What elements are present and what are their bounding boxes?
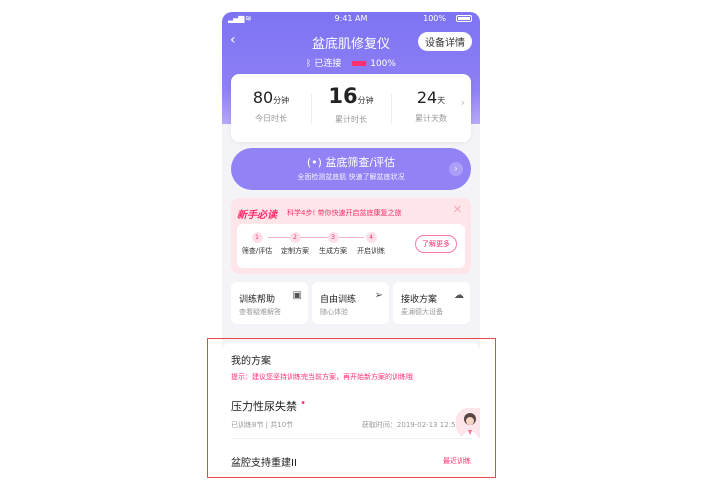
connection-status: ᛒ 已连接 100% — [222, 56, 480, 69]
guide-step: 3 生成方案 — [315, 232, 351, 256]
card-subtitle: 随心体验 — [320, 308, 348, 316]
step-number: 3 — [327, 232, 339, 243]
paper-plane-icon: ➢ — [374, 290, 383, 301]
screening-subtitle: 全面检测盆底肌 快速了解盆底状况 — [297, 173, 405, 181]
new-dot-icon: • — [297, 398, 307, 409]
device-battery-text: 100% — [370, 59, 396, 69]
guide-steps: 1 筛查/评估 2 定制方案 3 生成方案 4 开启训练 了解更多 — [237, 224, 465, 268]
my-plan-section: 我的方案 提示：建议您坚持训练完当前方案，再开始新方案的训练哦 压力性尿失禁 •… — [222, 342, 480, 482]
stat-value: 16 — [328, 84, 358, 108]
plan-item-name[interactable]: 盆腔支持重建II — [231, 454, 297, 469]
card-subtitle: 查看疑难解答 — [239, 308, 281, 316]
guide-step: 1 筛查/评估 — [239, 232, 275, 256]
battery-icon — [456, 15, 472, 22]
stat-today: 80分钟 今日时长 — [231, 88, 311, 124]
scan-icon: (•) — [306, 156, 322, 169]
screening-button[interactable]: (•) 盆底筛查/评估 全面检测盆底肌 快速了解盆底状况 › — [231, 148, 471, 190]
status-bar: ▂▄▆ ≋ 9:41 AM 100% — [222, 12, 480, 26]
divider — [231, 438, 471, 439]
guide-step: 2 定制方案 — [277, 232, 313, 256]
stat-label: 今日时长 — [255, 114, 287, 123]
step-label: 生成方案 — [319, 247, 347, 255]
plan-progress: 已训练8节 | 共10节 — [231, 421, 294, 429]
screening-title: 盆底筛查/评估 — [325, 156, 396, 169]
stats-card[interactable]: 80分钟 今日时长 16分钟 累计时长 24天 累计天数 › — [231, 74, 471, 142]
assistant-avatar[interactable] — [456, 408, 480, 438]
card-free-training[interactable]: 自由训练 随心体验 ➢ — [312, 282, 389, 324]
step-label: 定制方案 — [281, 247, 309, 255]
status-battery-text: 100% — [423, 14, 446, 23]
guide-title: 新手必读 — [237, 210, 277, 221]
stat-value: 80 — [252, 88, 274, 107]
stat-label: 累计天数 — [415, 114, 447, 123]
step-number: 4 — [365, 232, 377, 243]
plan-heading: 我的方案 — [231, 356, 271, 367]
beginner-guide-card: 新手必读 科学4步! 带你快速开启盆底康复之旅 ✕ 1 筛查/评估 2 定制方案 3… — [231, 198, 471, 274]
connection-text: 已连接 — [314, 59, 342, 69]
bluetooth-icon: ᛒ — [306, 59, 312, 69]
chevron-right-icon[interactable]: › — [461, 96, 465, 109]
plan-date: 获取时间：2019-02-13 12:50 — [361, 421, 460, 429]
card-training-help[interactable]: 训练帮助 查看疑难解答 ▣ — [231, 282, 308, 324]
device-details-button[interactable]: 设备详情 — [418, 32, 472, 51]
quick-cards: 训练帮助 查看疑难解答 ▣ 自由训练 随心体验 ➢ 接收方案 麦澜德大设备 ☁ — [231, 282, 471, 324]
step-number: 1 — [251, 232, 263, 243]
stat-label: 累计时长 — [335, 115, 367, 124]
chevron-right-icon: › — [449, 162, 463, 176]
stat-total-days: 24天 累计天数 — [391, 88, 471, 124]
card-title: 自由训练 — [320, 295, 357, 305]
close-icon[interactable]: ✕ — [453, 203, 462, 216]
recent-training-link[interactable]: 最近训练 — [443, 456, 471, 466]
card-receive-plan[interactable]: 接收方案 麦澜德大设备 ☁ — [393, 282, 470, 324]
stat-unit: 天 — [437, 96, 446, 105]
guide-step: 4 开启训练 — [353, 232, 389, 256]
plan-tip: 提示：建议您坚持训练完当前方案，再开始新方案的训练哦 — [231, 373, 413, 381]
step-number: 2 — [289, 232, 301, 243]
help-book-icon: ▣ — [292, 290, 302, 301]
stage: ▂▄▆ ≋ 9:41 AM 100% ‹ 盆底肌修复仪 设备详情 ᛒ 已连接 1… — [0, 0, 702, 482]
learn-more-button[interactable]: 了解更多 — [415, 235, 457, 253]
card-subtitle: 麦澜德大设备 — [401, 308, 443, 316]
plan-item-name[interactable]: 压力性尿失禁 • — [231, 398, 306, 414]
guide-description: 科学4步! 带你快速开启盆底康复之旅 — [287, 209, 402, 217]
plan-name-text: 压力性尿失禁 — [231, 400, 297, 413]
stat-unit: 分钟 — [357, 96, 374, 105]
phone-screen: ▂▄▆ ≋ 9:41 AM 100% ‹ 盆底肌修复仪 设备详情 ᛒ 已连接 1… — [222, 12, 480, 482]
step-label: 筛查/评估 — [241, 247, 273, 255]
step-label: 开启训练 — [357, 247, 385, 255]
card-title: 训练帮助 — [239, 295, 276, 305]
stat-unit: 分钟 — [273, 96, 290, 105]
cloud-download-icon: ☁ — [454, 290, 464, 301]
device-battery-bar — [352, 61, 367, 66]
card-title: 接收方案 — [401, 295, 438, 305]
assistant-avatar-icon — [461, 413, 479, 438]
stat-value: 24 — [416, 88, 438, 107]
stat-total-time: 16分钟 累计时长 — [311, 84, 391, 125]
